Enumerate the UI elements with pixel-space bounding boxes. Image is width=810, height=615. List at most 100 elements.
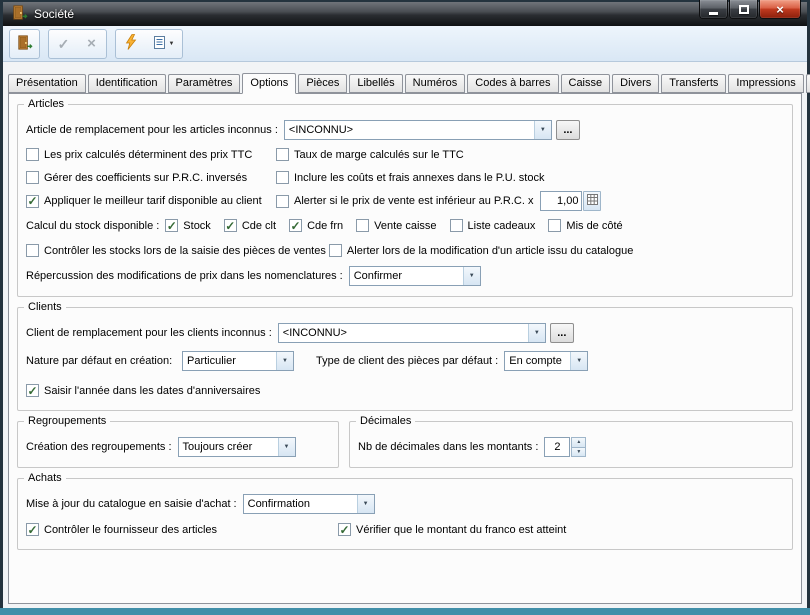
checkbox-alerter-modification-catalogue[interactable]: Alerter lors de la modification d'un art…: [329, 241, 633, 260]
tab-transferts[interactable]: Transferts: [661, 74, 726, 93]
societe-window: Société ×: [0, 0, 810, 615]
creation-regroupements-row: Création des regroupements : Toujours cr…: [26, 437, 330, 457]
titlebar[interactable]: Société ×: [3, 2, 807, 26]
tab-impressions[interactable]: Impressions: [728, 74, 803, 93]
exit-button[interactable]: [11, 31, 38, 57]
checkbox-box[interactable]: [26, 244, 39, 257]
tab-rgpd[interactable]: RGPD: [806, 74, 810, 93]
checkbox-verifier-franco[interactable]: ✓ Vérifier que le montant du franco est …: [338, 520, 784, 539]
maj-catalogue-combobox[interactable]: Confirmation ▼: [243, 494, 375, 514]
checkbox-taux-marge-ttc[interactable]: Taux de marge calculés sur le TTC: [276, 145, 784, 164]
combobox-value: Confirmation: [244, 495, 357, 513]
checkbox-box[interactable]: [329, 244, 342, 257]
unknown-article-row: Article de remplacement pour les article…: [26, 120, 784, 140]
chevron-down-icon[interactable]: ▼: [534, 121, 551, 139]
checkbox-controler-fournisseur[interactable]: ✓ Contrôler le fournisseur des articles: [26, 520, 338, 539]
checkbox-controler-stocks[interactable]: Contrôler les stocks lors de la saisie d…: [26, 241, 326, 260]
checkbox-box[interactable]: [356, 219, 369, 232]
repercussion-combobox[interactable]: Confirmer ▼: [349, 266, 481, 286]
group-decimales: Décimales Nb de décimales dans les monta…: [349, 421, 793, 468]
spinner-up-icon[interactable]: ▲: [571, 437, 586, 448]
validate-button[interactable]: ✓: [50, 31, 77, 57]
type-client-combobox[interactable]: En compte ▼: [504, 351, 588, 371]
cancel-button[interactable]: ×: [78, 31, 105, 57]
checkbox-box[interactable]: [450, 219, 463, 232]
door-exit-icon: [16, 34, 33, 54]
checkbox-alerte-prc[interactable]: Alerter si le prix de vente est inférieu…: [276, 195, 533, 208]
checkbox-mis-de-cote[interactable]: Mis de côté: [548, 219, 622, 232]
maximize-button[interactable]: [729, 0, 758, 19]
repercussion-row: Répercussion des modifications de prix d…: [26, 266, 784, 286]
checkbox-box[interactable]: [548, 219, 561, 232]
tab-identification[interactable]: Identification: [88, 74, 166, 93]
calculator-button[interactable]: [583, 191, 601, 211]
checkbox-label: Mis de côté: [566, 220, 622, 232]
checkbox-box[interactable]: ✓: [26, 195, 39, 208]
checkbox-box[interactable]: [26, 171, 39, 184]
checkbox-meilleur-tarif[interactable]: ✓ Appliquer le meilleur tarif disponible…: [26, 191, 276, 211]
tab-presentation[interactable]: Présentation: [8, 74, 86, 93]
lightning-icon: [123, 34, 139, 53]
checkbox-cde-clt[interactable]: ✓ Cde clt: [224, 219, 276, 232]
unknown-client-label: Client de remplacement pour les clients …: [26, 327, 272, 339]
browse-article-button[interactable]: ...: [556, 120, 580, 140]
checkbox-box[interactable]: [276, 148, 289, 161]
unknown-article-label: Article de remplacement pour les article…: [26, 124, 278, 136]
articles-options-grid: Les prix calculés déterminent des prix T…: [26, 143, 784, 213]
nature-defaut-combobox[interactable]: Particulier ▼: [182, 351, 294, 371]
tab-divers[interactable]: Divers: [612, 74, 659, 93]
checkbox-coefficients-prc[interactable]: Gérer des coefficients sur P.R.C. invers…: [26, 168, 276, 187]
group-decimales-title: Décimales: [356, 415, 415, 427]
checkbox-couts-frais-pu-stock[interactable]: Inclure les coûts et frais annexes dans …: [276, 168, 784, 187]
actions-button[interactable]: [117, 31, 144, 57]
reports-menu-button[interactable]: ▼: [145, 31, 181, 57]
checkbox-liste-cadeaux[interactable]: Liste cadeaux: [450, 219, 536, 232]
checkbox-box[interactable]: ✓: [165, 219, 178, 232]
checkbox-box[interactable]: ✓: [26, 523, 39, 536]
spinner-down-icon[interactable]: ▼: [571, 448, 586, 458]
checkbox-label: Gérer des coefficients sur P.R.C. invers…: [44, 172, 247, 184]
checkbox-annee-anniversaires[interactable]: ✓ Saisir l'année dans les dates d'annive…: [26, 381, 260, 400]
checkbox-prix-ttc[interactable]: Les prix calculés déterminent des prix T…: [26, 145, 276, 164]
tab-parametres[interactable]: Paramètres: [168, 74, 241, 93]
tab-libelles[interactable]: Libellés: [349, 74, 402, 93]
decimals-spinner[interactable]: 2 ▲ ▼: [544, 437, 586, 457]
chevron-down-icon[interactable]: ▼: [276, 352, 293, 370]
checkbox-label: Saisir l'année dans les dates d'annivers…: [44, 385, 260, 397]
minimize-button[interactable]: [699, 0, 728, 19]
group-clients-title: Clients: [24, 301, 66, 313]
tab-caisse[interactable]: Caisse: [561, 74, 611, 93]
checkbox-cde-frn[interactable]: ✓ Cde frn: [289, 219, 343, 232]
tab-numeros[interactable]: Numéros: [405, 74, 466, 93]
tab-pieces[interactable]: Pièces: [298, 74, 347, 93]
checkbox-label: Cde clt: [242, 220, 276, 232]
chevron-down-icon[interactable]: ▼: [528, 324, 545, 342]
unknown-article-combobox[interactable]: <INCONNU> ▼: [284, 120, 552, 140]
cancel-icon: ×: [87, 36, 96, 51]
close-button[interactable]: ×: [759, 0, 801, 19]
checkbox-box[interactable]: [26, 148, 39, 161]
maximize-icon: [739, 5, 749, 14]
tab-options[interactable]: Options: [242, 73, 296, 94]
tab-codes-a-barres[interactable]: Codes à barres: [467, 74, 558, 93]
checkbox-vente-caisse[interactable]: Vente caisse: [356, 219, 436, 232]
checkbox-label: Vérifier que le montant du franco est at…: [356, 524, 566, 536]
checkbox-box[interactable]: [276, 171, 289, 184]
chevron-down-icon[interactable]: ▼: [278, 438, 295, 456]
checkbox-box[interactable]: ✓: [289, 219, 302, 232]
checkbox-box[interactable]: [276, 195, 289, 208]
prc-multiplier-field[interactable]: 1,00: [540, 191, 582, 211]
chevron-down-icon[interactable]: ▼: [570, 352, 587, 370]
checkbox-box[interactable]: ✓: [338, 523, 351, 536]
unknown-client-combobox[interactable]: <INCONNU> ▼: [278, 323, 546, 343]
checkbox-stock[interactable]: ✓ Stock: [165, 219, 211, 232]
group-articles: Articles Article de remplacement pour le…: [17, 104, 793, 297]
checkbox-label: Contrôler le fournisseur des articles: [44, 524, 217, 536]
chevron-down-icon[interactable]: ▼: [357, 495, 374, 513]
checkbox-box[interactable]: ✓: [224, 219, 237, 232]
browse-client-button[interactable]: ...: [550, 323, 574, 343]
creation-regroupements-combobox[interactable]: Toujours créer ▼: [178, 437, 296, 457]
spinner-value[interactable]: 2: [544, 437, 570, 457]
checkbox-box[interactable]: ✓: [26, 384, 39, 397]
chevron-down-icon[interactable]: ▼: [463, 267, 480, 285]
